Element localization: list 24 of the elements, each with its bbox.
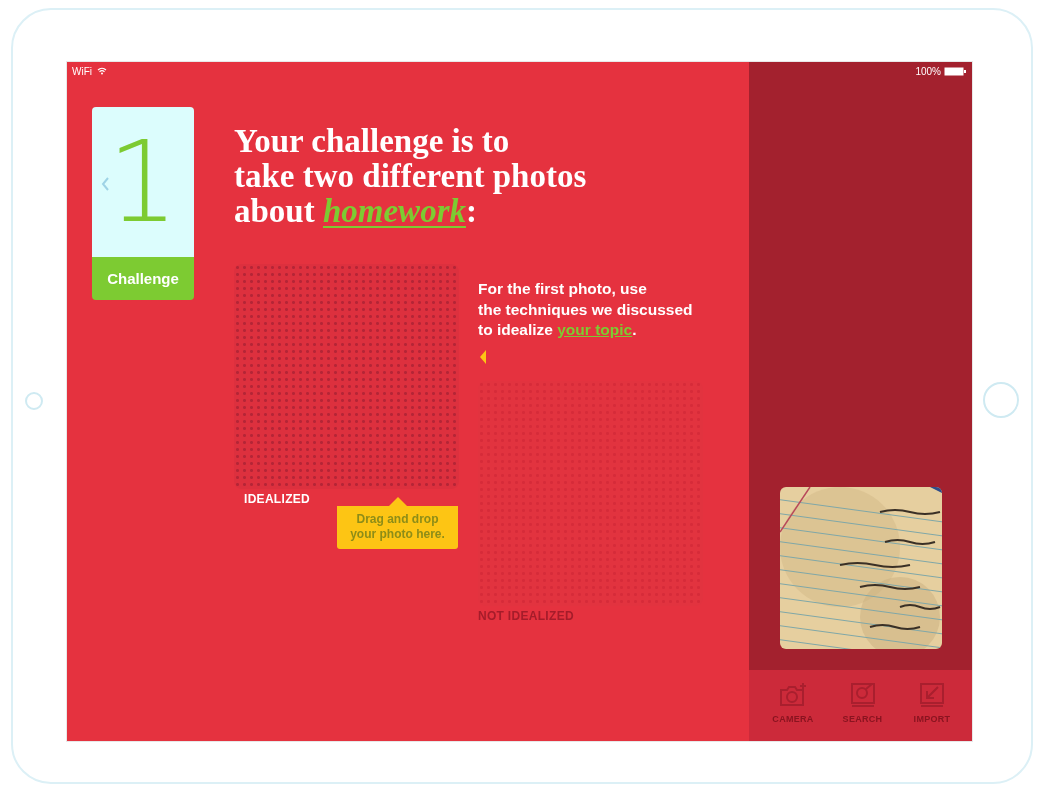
camera-lens [25,392,43,410]
drop-zone-label: NOT IDEALIZED [478,608,574,623]
battery-percentage: 100% [915,65,941,77]
search-button[interactable]: SEARCH [832,682,893,724]
import-button[interactable]: IMPORT [902,682,962,724]
photo-drop-zone[interactable] [234,264,459,489]
pointer-icon [480,349,486,364]
instruction-text: For the first photo, use the techniques we discussed to idealize your topic. [478,279,694,340]
chevron-left-icon[interactable] [101,177,109,191]
import-icon [919,682,945,708]
headline: Your challenge is to take two different photos about homework: [234,124,588,229]
camera-button[interactable]: CAMERA [763,682,823,724]
wifi-icon [97,67,107,75]
network-label: WiFi [72,65,92,77]
topic-link[interactable]: your topic [557,321,633,338]
drop-zone-label: IDEALIZED [244,492,311,506]
battery-icon [944,66,966,76]
challenge-tab[interactable]: Challenge [92,257,194,300]
home-button[interactable] [983,382,1019,418]
challenge-number: 1 [107,126,179,238]
tooltip: Drag and drop your photo here. [337,497,458,549]
camera-icon [779,682,807,708]
search-icon [849,682,876,708]
topic-link[interactable]: homework [322,193,466,229]
